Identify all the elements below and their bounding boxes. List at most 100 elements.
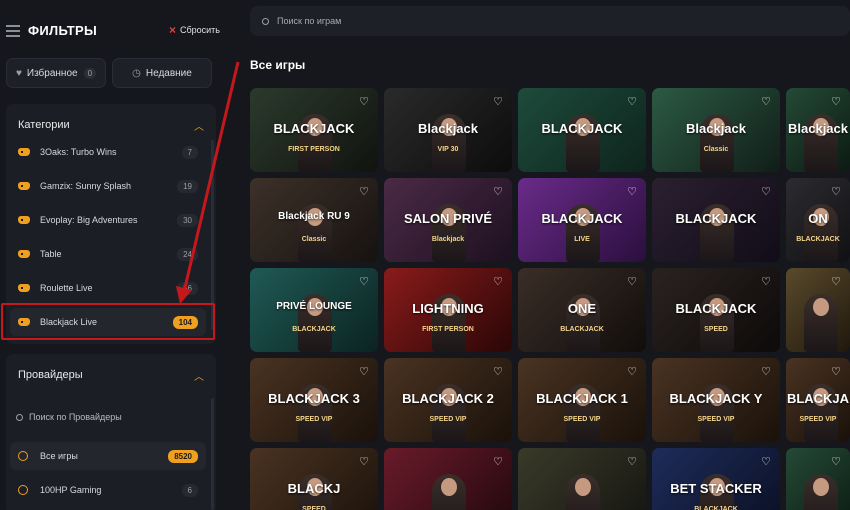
heart-icon[interactable]: ♡ xyxy=(831,275,841,288)
game-tile[interactable]: ♡ xyxy=(786,448,850,510)
game-tile[interactable]: ♡ xyxy=(518,448,646,510)
category-label: 3Oaks: Turbo Wins xyxy=(40,147,117,157)
favorites-label: Избранное xyxy=(26,67,78,79)
categories-scrollbar[interactable] xyxy=(211,140,214,330)
game-tile[interactable]: LIGHTNING FIRST PERSON ♡ xyxy=(384,268,512,352)
category-item-table[interactable]: Table 24 xyxy=(10,240,206,268)
game-subtitle: BLACKJACK xyxy=(694,506,738,510)
game-tile[interactable]: ON BLACKJACK ♡ xyxy=(786,178,850,262)
game-subtitle: FIRST PERSON xyxy=(288,146,340,153)
game-tile[interactable]: BLACKJACK SPEED ♡ xyxy=(652,268,780,352)
heart-icon: ♥ xyxy=(15,67,22,79)
heart-icon[interactable]: ♡ xyxy=(359,275,369,288)
heart-icon[interactable]: ♡ xyxy=(359,185,369,198)
game-subtitle: SPEED VIP xyxy=(697,416,735,423)
provider-item-100hp[interactable]: 100HP Gaming 6 xyxy=(10,476,206,504)
game-title: BLACKJACK xyxy=(675,301,757,316)
gamepad-icon xyxy=(18,250,30,258)
game-title: BLACKJACK 2 xyxy=(402,391,494,406)
game-tile[interactable]: PRIVÉ LOUNGE BLACKJACK ♡ xyxy=(250,268,378,352)
dealer-image xyxy=(566,474,600,510)
game-tile[interactable]: BLACKJACK 3 SPEED VIP ♡ xyxy=(250,358,378,442)
category-item-roulette-live[interactable]: Roulette Live 56 xyxy=(10,274,206,302)
recent-button[interactable]: ◷ Недавние xyxy=(112,58,212,88)
heart-icon[interactable]: ♡ xyxy=(761,95,771,108)
game-tile[interactable]: BLACKJA SPEED VIP ♡ xyxy=(786,358,850,442)
favorites-button[interactable]: ♥ Избранное 0 xyxy=(6,58,106,88)
heart-icon[interactable]: ♡ xyxy=(761,275,771,288)
globe-icon xyxy=(18,451,28,461)
game-tile[interactable]: ♡ xyxy=(786,268,850,352)
game-tile[interactable]: Blackjack VIP 30 ♡ xyxy=(384,88,512,172)
provider-count: 8520 xyxy=(168,449,198,463)
heart-icon[interactable]: ♡ xyxy=(493,455,503,468)
game-search-input[interactable]: Поиск по играм xyxy=(250,6,850,36)
heart-icon[interactable]: ♡ xyxy=(359,365,369,378)
category-count: 56 xyxy=(177,281,198,295)
reset-label: Сбросить xyxy=(179,25,220,35)
heart-icon[interactable]: ♡ xyxy=(359,95,369,108)
category-count: 19 xyxy=(177,179,198,193)
filters-title: ФИЛЬТРЫ xyxy=(28,22,98,38)
heart-icon[interactable]: ♡ xyxy=(627,275,637,288)
game-tile[interactable]: ONE BLACKJACK ♡ xyxy=(518,268,646,352)
heart-icon[interactable]: ♡ xyxy=(493,95,503,108)
game-tile[interactable]: BLACKJACK ♡ xyxy=(518,88,646,172)
heart-icon[interactable]: ♡ xyxy=(493,365,503,378)
chevron-up-icon: ︿ xyxy=(194,121,204,133)
gamepad-icon xyxy=(18,182,30,190)
game-title: BLACKJACK xyxy=(541,211,623,226)
game-title: PRIVÉ LOUNGE xyxy=(276,301,352,312)
heart-icon[interactable]: ♡ xyxy=(627,185,637,198)
game-tile[interactable]: SALON PRIVÉ Blackjack ♡ xyxy=(384,178,512,262)
games-grid: BLACKJACK FIRST PERSON ♡ Blackjack VIP 30 ♡ BL… xyxy=(250,88,850,510)
game-tile[interactable]: BLACKJACK 1 SPEED VIP ♡ xyxy=(518,358,646,442)
heart-icon[interactable]: ♡ xyxy=(831,95,841,108)
dealer-image xyxy=(432,474,466,510)
game-tile[interactable]: BLACKJACK Y SPEED VIP ♡ xyxy=(652,358,780,442)
heart-icon[interactable]: ♡ xyxy=(761,185,771,198)
game-tile[interactable]: BLACKJACK FIRST PERSON ♡ xyxy=(250,88,378,172)
provider-item-all[interactable]: Все игры 8520 xyxy=(10,442,206,470)
game-tile[interactable]: BLACKJACK ♡ xyxy=(652,178,780,262)
game-title: BLACKJACK Y xyxy=(669,391,763,406)
game-tile[interactable]: BLACKJACK LIVE ♡ xyxy=(518,178,646,262)
gamepad-icon xyxy=(18,148,30,156)
category-item-evoplay[interactable]: Evoplay: Big Adventures 30 xyxy=(10,206,206,234)
heart-icon[interactable]: ♡ xyxy=(493,185,503,198)
chevron-up-icon: ︿ xyxy=(194,371,204,383)
heart-icon[interactable]: ♡ xyxy=(761,455,771,468)
providers-header[interactable]: Провайдеры ︿ xyxy=(6,354,216,396)
game-title: Blackjack xyxy=(418,121,478,136)
reset-button[interactable]: × Сбросить xyxy=(169,23,220,37)
heart-icon[interactable]: ♡ xyxy=(627,455,637,468)
game-title: SALON PRIVÉ xyxy=(403,211,493,226)
category-item-3oaks[interactable]: 3Oaks: Turbo Wins 7 xyxy=(10,138,206,166)
providers-search-input[interactable]: Поиск по Провайдеры xyxy=(16,412,122,422)
filters-icon xyxy=(6,24,22,37)
heart-icon[interactable]: ♡ xyxy=(359,455,369,468)
providers-scrollbar[interactable] xyxy=(211,398,214,510)
category-item-gamzix[interactable]: Gamzix: Sunny Splash 19 xyxy=(10,172,206,200)
heart-icon[interactable]: ♡ xyxy=(761,365,771,378)
game-title: BLACKJACK xyxy=(675,211,757,226)
heart-icon[interactable]: ♡ xyxy=(831,455,841,468)
heart-icon[interactable]: ♡ xyxy=(627,95,637,108)
game-search-placeholder: Поиск по играм xyxy=(277,16,342,26)
game-title: BLACKJACK 1 xyxy=(536,391,628,406)
game-tile[interactable]: ♡ xyxy=(384,448,512,510)
heart-icon[interactable]: ♡ xyxy=(627,365,637,378)
game-tile[interactable]: BET STACKER BLACKJACK ♡ xyxy=(652,448,780,510)
heart-icon[interactable]: ♡ xyxy=(831,185,841,198)
game-subtitle: SPEED VIP xyxy=(429,416,467,423)
game-tile[interactable]: Blackjack ♡ xyxy=(786,88,850,172)
game-tile[interactable]: Blackjack Classic ♡ xyxy=(652,88,780,172)
favorites-count: 0 xyxy=(83,67,97,79)
category-count: 30 xyxy=(177,213,198,227)
heart-icon[interactable]: ♡ xyxy=(831,365,841,378)
heart-icon[interactable]: ♡ xyxy=(493,275,503,288)
game-tile[interactable]: BLACKJACK 2 SPEED VIP ♡ xyxy=(384,358,512,442)
providers-search-placeholder: Поиск по Провайдеры xyxy=(29,412,122,422)
game-tile[interactable]: BLACKJ SPEED ♡ xyxy=(250,448,378,510)
game-tile[interactable]: Blackjack RU 9 Classic ♡ xyxy=(250,178,378,262)
